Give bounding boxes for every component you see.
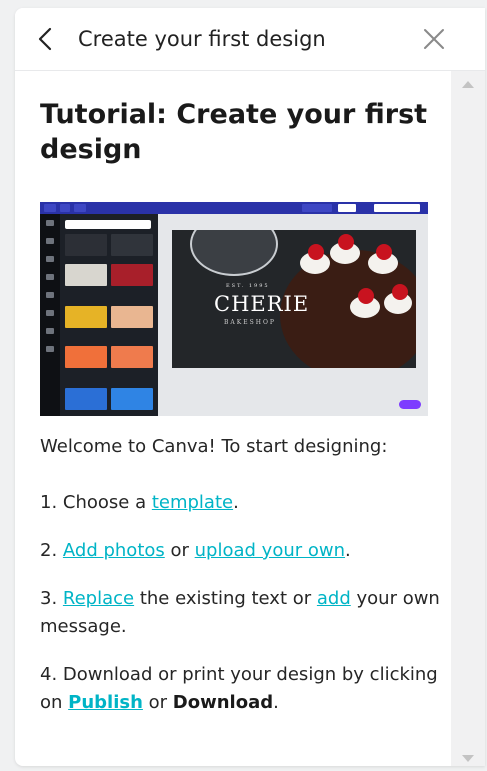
editor-side-rail-preview — [40, 214, 60, 416]
replace-link[interactable]: Replace — [63, 588, 134, 609]
templates-panel-preview — [60, 214, 158, 416]
publish-link[interactable]: Publish — [68, 692, 143, 713]
step-4-middle: or — [142, 692, 173, 713]
step-2-prefix: 2. — [40, 540, 63, 561]
step-3: 3. Replace the existing text or add your… — [40, 585, 445, 641]
scroll-up-arrow-icon[interactable] — [462, 81, 474, 88]
design-brand-text: CHERIE — [214, 292, 310, 316]
header-title: Create your first design — [78, 27, 326, 51]
scroll-down-arrow-icon[interactable] — [462, 755, 474, 762]
upload-your-own-link[interactable]: upload your own — [195, 540, 345, 561]
step-1: 1. Choose a template. — [40, 489, 445, 517]
add-photos-link[interactable]: Add photos — [63, 540, 165, 561]
editor-toolbar-preview — [40, 202, 428, 214]
step-2-middle: or — [164, 540, 195, 561]
add-link[interactable]: add — [317, 588, 351, 609]
tutorial-title: Tutorial: Create your first design — [40, 99, 428, 165]
step-2: 2. Add photos or upload your own. — [40, 537, 445, 565]
back-button[interactable] — [31, 23, 61, 55]
step-3-middle: the existing text or — [134, 588, 317, 609]
scrollbar[interactable] — [451, 71, 485, 766]
editor-canvas-preview: EST. 1995 CHERIE BAKESHOP — [158, 214, 428, 416]
chevron-left-icon — [38, 27, 52, 51]
close-icon — [424, 29, 444, 49]
step-4: 4. Download or print your design by clic… — [40, 661, 445, 717]
template-link[interactable]: template — [152, 492, 233, 513]
step-1-suffix: . — [233, 492, 239, 513]
bakeshop-card-preview: EST. 1995 CHERIE BAKESHOP — [172, 230, 416, 368]
step-3-prefix: 3. — [40, 588, 63, 609]
close-button[interactable] — [419, 24, 449, 54]
tutorial-screenshot: EST. 1995 CHERIE BAKESHOP — [40, 202, 428, 416]
welcome-text: Welcome to Canva! To start designing: — [40, 436, 388, 457]
help-button-preview — [399, 400, 421, 409]
tutorial-panel: Create your first design Tutorial: Creat… — [15, 8, 485, 766]
step-1-prefix: 1. Choose a — [40, 492, 152, 513]
step-2-suffix: . — [345, 540, 351, 561]
tutorial-content: Tutorial: Create your first design EST. … — [15, 71, 451, 766]
design-shop-text: BAKESHOP — [224, 319, 276, 326]
download-label: Download — [172, 692, 274, 713]
step-4-suffix: . — [273, 692, 279, 713]
design-established-text: EST. 1995 — [226, 283, 270, 289]
panel-header: Create your first design — [15, 8, 485, 71]
